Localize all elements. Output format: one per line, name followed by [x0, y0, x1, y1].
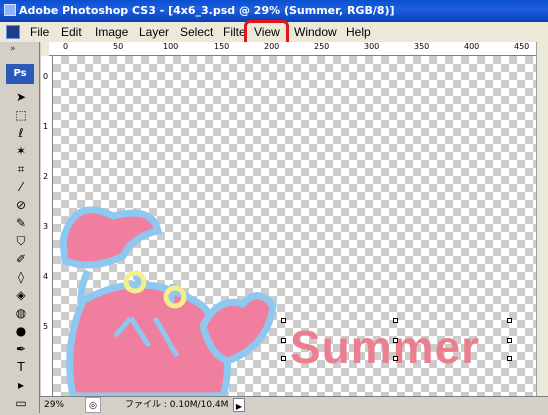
menu-help[interactable]: Help [346, 25, 371, 39]
photoshop-logo: Ps [6, 64, 34, 84]
transform-handle-top-right[interactable] [507, 318, 512, 323]
ruler-tick-label: 0 [43, 72, 49, 81]
collapse-panel-icon[interactable]: » [10, 44, 16, 54]
transform-handle-top-center[interactable] [393, 318, 398, 323]
menu-edit[interactable]: Edit [61, 25, 82, 39]
eraser-tool-icon[interactable]: ◊ [12, 270, 30, 284]
ruler-tick-label: 0 [63, 42, 69, 51]
marquee-tool-icon[interactable]: ⬚ [12, 108, 30, 122]
ruler-tick-label: 450 [514, 42, 530, 51]
ruler-origin[interactable] [41, 42, 49, 56]
menu-image[interactable]: Image [95, 25, 128, 39]
document-window-icon[interactable] [6, 25, 20, 39]
ruler-tick-label: 3 [43, 222, 49, 231]
vertical-ruler[interactable]: 0 1 2 3 4 5 [41, 56, 53, 396]
transform-handle-top-left[interactable] [281, 318, 286, 323]
history-brush-tool-icon[interactable]: ✐ [12, 252, 30, 266]
window-title-bar[interactable]: Adobe Photoshop CS3 - [4x6_3.psd @ 29% (… [0, 0, 548, 22]
crop-tool-icon[interactable]: ⌗ [12, 162, 30, 176]
ruler-tick-label: 5 [43, 322, 49, 331]
transform-handle-bottom-right[interactable] [507, 356, 512, 361]
ruler-tick-label: 350 [414, 42, 430, 51]
slice-tool-icon[interactable]: ⁄ [12, 180, 30, 194]
ruler-tick-label: 2 [43, 172, 49, 181]
healing-brush-tool-icon[interactable]: ⊘ [12, 198, 30, 212]
menu-window[interactable]: Window [294, 25, 337, 39]
menu-file[interactable]: File [30, 25, 49, 39]
transform-handle-middle-left[interactable] [281, 338, 286, 343]
zoom-level[interactable]: 29% [44, 397, 64, 413]
brush-tool-icon[interactable]: ✎ [12, 216, 30, 230]
dodge-tool-icon[interactable]: ● [12, 324, 30, 338]
ruler-tick-label: 1 [43, 122, 49, 131]
document-size-info: ファイル : 0.10M/10.4M [125, 400, 229, 410]
crab-body [66, 281, 231, 396]
magic-wand-tool-icon[interactable]: ✶ [12, 144, 30, 158]
transform-handle-bottom-left[interactable] [281, 356, 286, 361]
ruler-tick-label: 4 [43, 272, 49, 281]
menu-select[interactable]: Select [180, 25, 213, 39]
window-title: Adobe Photoshop CS3 - [4x6_3.psd @ 29% (… [19, 4, 395, 17]
pen-tool-icon[interactable]: ✒ [12, 342, 30, 356]
transform-handle-bottom-center[interactable] [393, 356, 398, 361]
clone-stamp-tool-icon[interactable]: ⛉ [12, 234, 30, 248]
ruler-tick-label: 250 [314, 42, 330, 51]
vertical-scrollbar[interactable] [536, 42, 548, 396]
type-tool-icon[interactable]: T [12, 360, 30, 374]
horizontal-ruler[interactable]: 0 50 100 150 200 250 300 350 400 450 [49, 42, 536, 56]
ruler-tick-label: 400 [464, 42, 480, 51]
status-menu-arrow-icon[interactable]: ▶ [233, 398, 245, 412]
tools-panel: » Ps ➤ ⬚ ℓ ✶ ⌗ ⁄ ⊘ ✎ ⛉ ✐ ◊ ◈ ◍ ● ✒ T ▸ ▭ [0, 42, 40, 413]
lasso-tool-icon[interactable]: ℓ [12, 126, 30, 140]
ruler-tick-label: 50 [113, 42, 124, 51]
path-selection-tool-icon[interactable]: ▸ [12, 378, 30, 392]
photoshop-app-icon [4, 4, 16, 16]
move-tool-icon[interactable]: ➤ [12, 90, 30, 104]
status-bar: 29% ◎ ファイル : 0.10M/10.4M ▶ [40, 396, 548, 413]
transform-handle-middle-right[interactable] [507, 338, 512, 343]
menu-filter[interactable]: Filter [223, 25, 245, 39]
paint-bucket-tool-icon[interactable]: ◈ [12, 288, 30, 302]
ruler-tick-label: 150 [214, 42, 230, 51]
ruler-tick-label: 100 [163, 42, 179, 51]
document-canvas[interactable]: Summer [53, 56, 536, 396]
transform-handle-center[interactable] [393, 338, 398, 343]
menu-layer[interactable]: Layer [139, 25, 169, 39]
crab-right-claw [199, 292, 277, 365]
navigator-icon[interactable]: ◎ [85, 397, 101, 413]
summer-text-layer[interactable]: Summer [290, 320, 480, 374]
shape-tool-icon[interactable]: ▭ [12, 396, 30, 410]
blur-tool-icon[interactable]: ◍ [12, 306, 30, 320]
ruler-tick-label: 200 [264, 42, 280, 51]
ruler-tick-label: 300 [364, 42, 380, 51]
